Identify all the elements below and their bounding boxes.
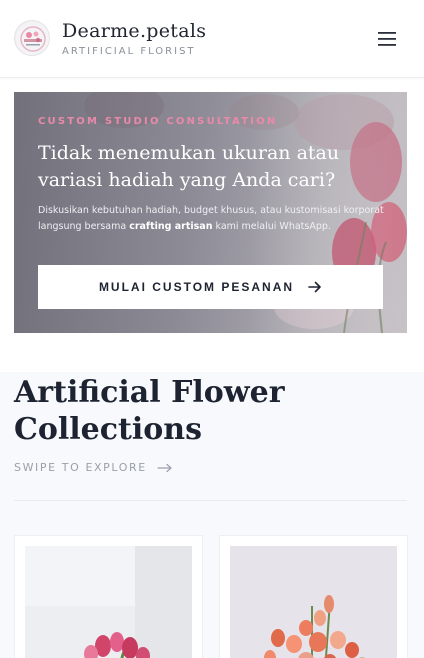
brand-tagline: ARTIFICIAL FLORIST (62, 46, 196, 57)
custom-consultation-banner: CUSTOM STUDIO CONSULTATION Tidak menemuk… (14, 92, 407, 333)
hero-description-highlight: crafting artisan (129, 221, 213, 232)
hero-title: Tidak menemukan ukuran atau variasi hadi… (38, 142, 340, 191)
section-divider (14, 500, 407, 501)
orange-peach-flower-bouquet-photo (230, 546, 397, 658)
swipe-label: SWIPE TO EXPLORE (14, 461, 147, 474)
hero-description-text-end: kami melalui WhatsApp. (212, 221, 331, 232)
product-card[interactable] (14, 535, 203, 658)
menu-button[interactable] (372, 26, 402, 52)
dearme-petals-logo-icon (16, 22, 49, 55)
start-custom-order-button[interactable]: MULAI CUSTOM PESANAN (38, 265, 383, 309)
product-image[interactable] (230, 546, 397, 658)
hero-eyebrow: CUSTOM STUDIO CONSULTATION (38, 116, 278, 127)
brand-logo[interactable] (14, 20, 50, 56)
site-header: Dearme.petals ARTIFICIAL FLORIST (0, 0, 424, 78)
collections-section: Artificial Flower Collections SWIPE TO E… (0, 372, 424, 658)
hamburger-menu-icon (378, 32, 396, 46)
collections-title: Artificial Flower Collections (14, 375, 285, 447)
swipe-to-explore[interactable]: SWIPE TO EXPLORE (14, 461, 173, 474)
brand-name[interactable]: Dearme.petals (62, 20, 206, 42)
product-image[interactable] (25, 546, 192, 658)
product-card[interactable] (219, 535, 408, 658)
arrow-right-icon (157, 463, 172, 472)
arrow-right-icon (308, 281, 321, 293)
pink-tulip-bouquet-photo (25, 546, 192, 658)
cta-label: MULAI CUSTOM PESANAN (98, 280, 295, 294)
hero-description: Diskusikan kebutuhan hadiah, budget khus… (38, 203, 388, 235)
